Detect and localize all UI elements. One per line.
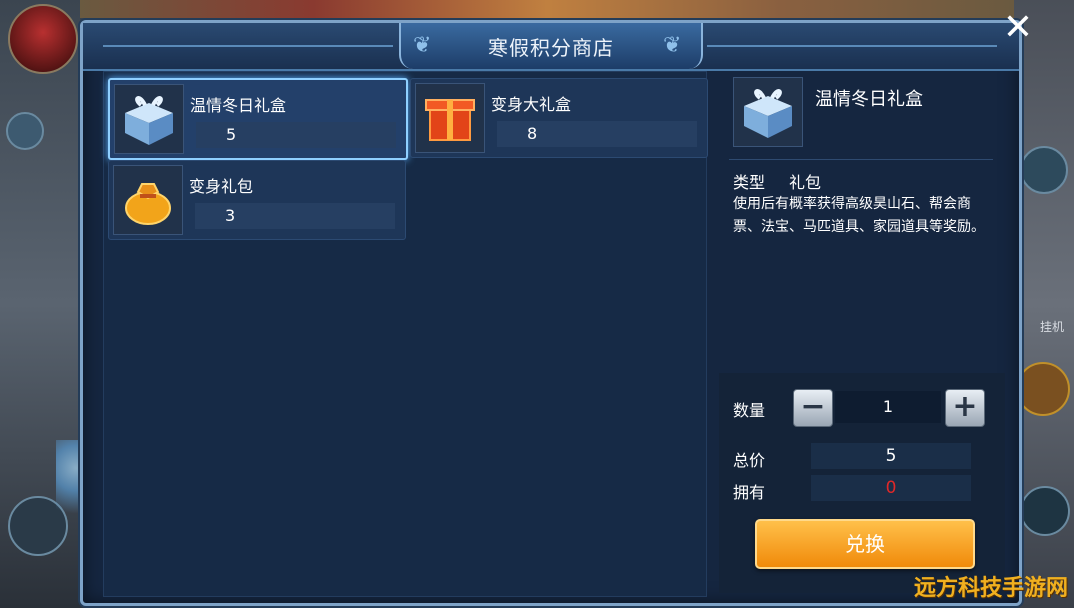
watermark-text: 远方科技手游网 xyxy=(913,576,1068,601)
item-name: 变身礼包 xyxy=(189,177,254,196)
owned-points-value: 0 xyxy=(811,475,971,501)
game-background-top xyxy=(80,0,1014,18)
item-thumb xyxy=(114,84,184,154)
title-bar: 寒假积分商店 ❦ ❦ xyxy=(83,23,1019,71)
detail-thumb xyxy=(733,77,803,147)
attack-skill-button[interactable] xyxy=(1016,362,1070,416)
item-cost: 5 xyxy=(226,125,237,144)
item-thumb xyxy=(415,83,485,153)
quantity-label: 数量 xyxy=(733,401,766,420)
player-avatar[interactable] xyxy=(8,4,78,74)
shop-item-transform-pack[interactable]: 变身礼包 3 xyxy=(108,160,406,240)
detail-type-value: 礼包 xyxy=(789,173,822,192)
blue-gift-box-icon xyxy=(125,96,173,145)
title-decoration-left xyxy=(103,45,393,47)
shop-item-warm-winter-box[interactable]: 温情冬日礼盒 5 xyxy=(108,78,408,160)
exchange-button[interactable]: 兑换 xyxy=(755,519,975,569)
owned-points-label: 拥有 xyxy=(733,483,766,502)
shop-panel: 寒假积分商店 ❦ ❦ 温情冬日礼盒 5 变身大礼盒 8 变身礼包 3 温情冬日礼… xyxy=(80,20,1022,606)
swirl-ornament-right-icon: ❦ xyxy=(663,33,682,58)
item-name: 温情冬日礼盒 xyxy=(190,96,287,115)
item-cost-bar: 5 xyxy=(196,122,396,148)
total-price-value: 5 xyxy=(811,443,971,469)
item-cost: 3 xyxy=(225,206,236,225)
swirl-ornament-left-icon: ❦ xyxy=(413,33,432,58)
title-plate: 寒假积分商店 xyxy=(399,23,703,69)
detail-type-row: 类型 礼包 xyxy=(733,169,845,193)
item-cost: 8 xyxy=(527,124,538,143)
total-price-label: 总价 xyxy=(733,451,766,470)
close-icon[interactable]: ✕ xyxy=(998,8,1038,48)
shield-skill-button[interactable] xyxy=(1020,486,1070,536)
auto-battle-label[interactable]: 挂机 xyxy=(1040,318,1064,335)
red-gift-box-icon xyxy=(425,99,475,141)
shop-title: 寒假积分商店 xyxy=(488,35,614,60)
quantity-increase-button[interactable]: + xyxy=(945,389,985,427)
plus-icon[interactable] xyxy=(1020,146,1068,194)
title-decoration-right xyxy=(707,45,997,47)
detail-description: 使用后有概率获得高级昊山石、帮会商票、法宝、马匹道具、家园道具等奖励。 xyxy=(733,196,985,235)
detail-item-name: 温情冬日礼盒 xyxy=(815,89,923,110)
item-cost-bar: 3 xyxy=(195,203,395,229)
shop-item-transform-big-box[interactable]: 变身大礼盒 8 xyxy=(410,78,708,158)
quantity-decrease-button[interactable]: − xyxy=(793,389,833,427)
item-detail-panel: 温情冬日礼盒 类型 礼包 使用后有概率获得高级昊山石、帮会商票、法宝、马匹道具、家… xyxy=(719,71,1005,595)
detail-divider xyxy=(729,159,993,160)
item-list: 温情冬日礼盒 5 变身大礼盒 8 变身礼包 3 xyxy=(103,71,708,597)
blue-gift-box-icon xyxy=(744,89,792,138)
gold-bag-icon xyxy=(125,183,171,225)
expand-arrow-icon[interactable] xyxy=(6,112,44,150)
quantity-input[interactable]: 1 xyxy=(835,391,941,423)
item-name: 变身大礼盒 xyxy=(491,95,572,114)
detail-type-label: 类型 xyxy=(733,173,766,192)
item-cost-bar: 8 xyxy=(497,121,697,147)
item-thumb xyxy=(113,165,183,235)
